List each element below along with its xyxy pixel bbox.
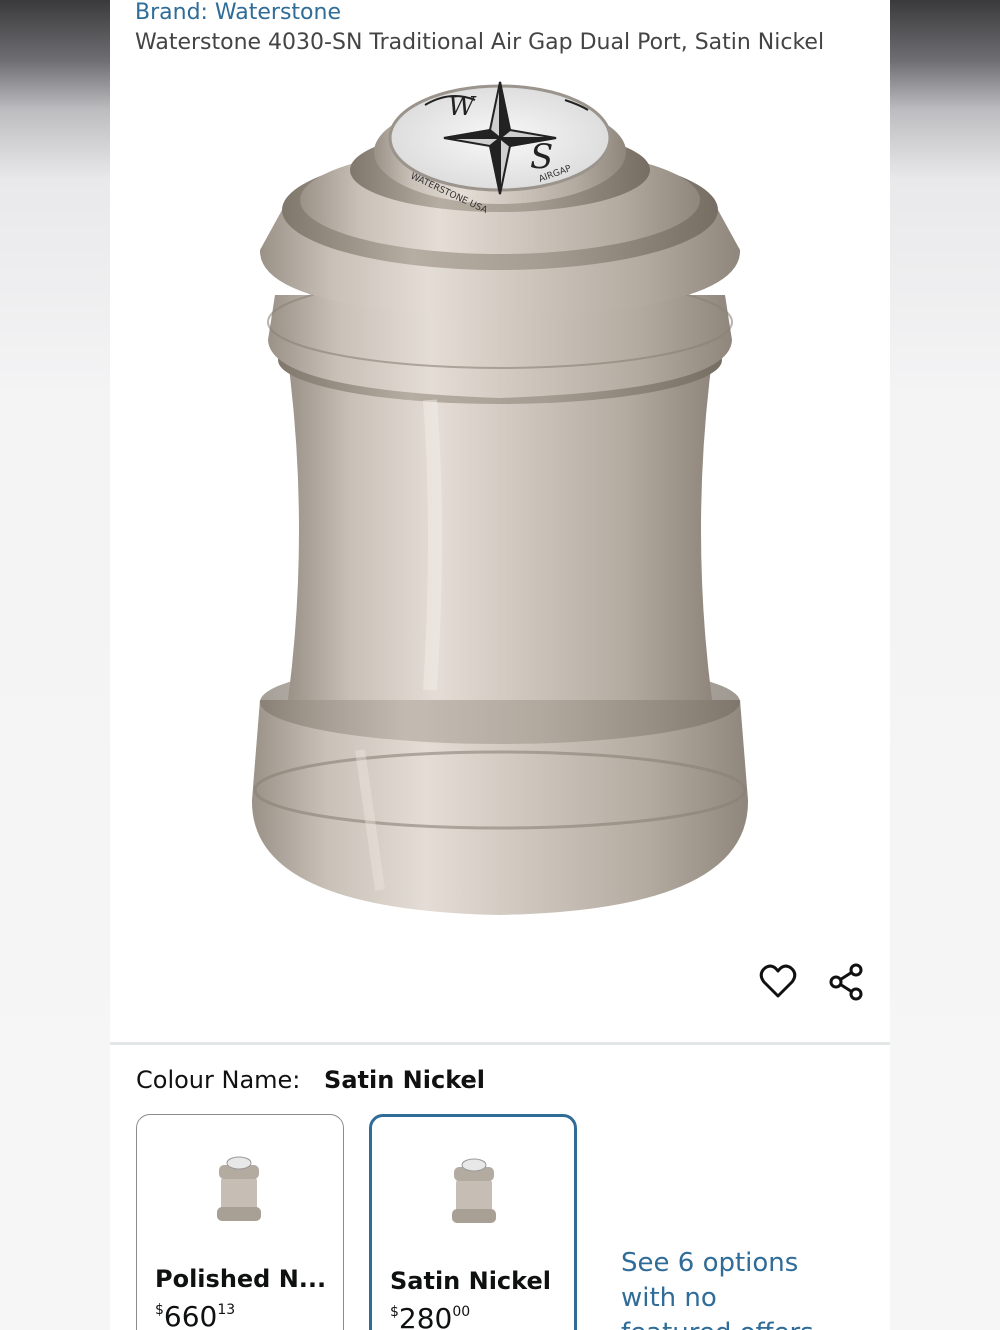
colour-option-polished-nickel[interactable]: Polished N... $66013 (136, 1114, 344, 1330)
colour-option-price: $28000 (390, 1302, 471, 1330)
svg-text:W: W (448, 92, 477, 122)
see-more-options-link[interactable]: See 6 options with no featured offers (621, 1246, 821, 1330)
product-title: Waterstone 4030-SN Traditional Air Gap D… (135, 30, 825, 55)
product-image[interactable]: W S WATERSTONE USA AIRGAP (110, 60, 890, 940)
brand-link[interactable]: Brand: Waterstone (135, 0, 341, 25)
colour-selected-value: Satin Nickel (324, 1066, 486, 1094)
heart-icon[interactable] (758, 962, 798, 1002)
colour-label: Colour Name: (136, 1066, 301, 1094)
colour-option-name: Polished N... (155, 1265, 327, 1293)
colour-name-row: Colour Name: Satin Nickel (136, 1066, 485, 1094)
product-page: Brand: Waterstone Waterstone 4030-SN Tra… (110, 0, 890, 1330)
colour-option-price: $66013 (155, 1300, 236, 1330)
colour-option-name: Satin Nickel (390, 1267, 551, 1295)
colour-option-satin-nickel[interactable]: Satin Nickel $28000 (369, 1114, 577, 1330)
colour-option-thumbnail (217, 1156, 261, 1221)
section-divider (110, 1042, 890, 1045)
share-icon[interactable] (826, 962, 866, 1002)
right-backdrop (890, 0, 1000, 1330)
colour-option-thumbnail (452, 1158, 496, 1223)
